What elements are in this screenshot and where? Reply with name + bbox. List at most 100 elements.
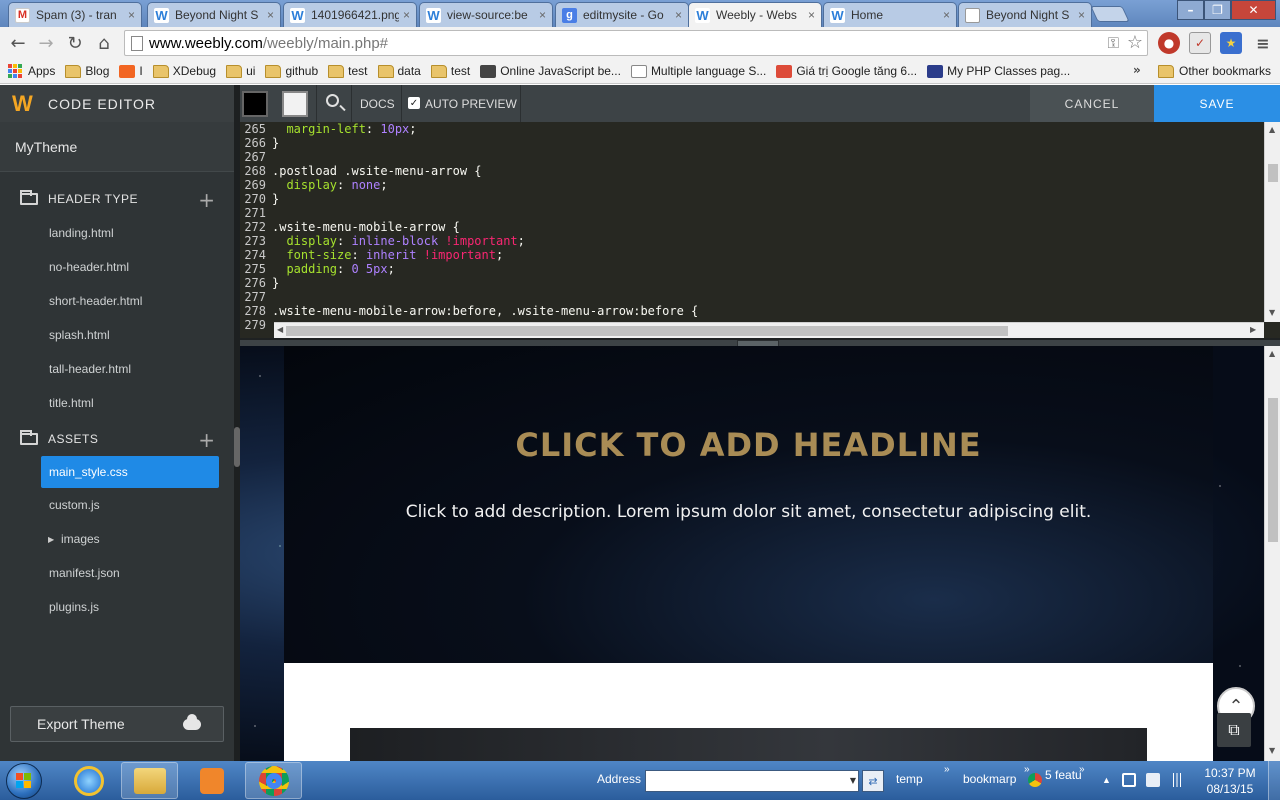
bookmark-item[interactable]: github xyxy=(265,64,318,78)
bookmark-item[interactable]: test xyxy=(430,64,470,78)
browser-tab[interactable]: Beyond Night S × xyxy=(958,2,1092,27)
hero-headline[interactable]: CLICK TO ADD HEADLINE xyxy=(284,426,1213,464)
toolbar-temp-more[interactable]: » xyxy=(944,764,950,775)
file-item[interactable]: short-header.html xyxy=(0,284,235,318)
taskbar-chrome[interactable] xyxy=(245,762,302,799)
pane-splitter[interactable] xyxy=(240,338,1280,348)
save-button[interactable]: SAVE xyxy=(1154,85,1280,122)
close-window-button[interactable]: ✕ xyxy=(1231,0,1276,20)
code-lines[interactable]: 265 margin-left: 10px; 266} 267 268 .postloa… xyxy=(240,122,1264,332)
scroll-left-arrow-icon[interactable]: ◀ xyxy=(277,325,283,334)
code-editor[interactable]: 265 margin-left: 10px; 266} 267 268 .postloa… xyxy=(240,122,1280,340)
bookmark-item[interactable]: data xyxy=(377,64,421,78)
tab-close-icon[interactable]: × xyxy=(128,8,135,22)
browser-tab[interactable]: M Spam (3) - tran × xyxy=(8,2,142,27)
code-line[interactable]: 275 padding: 0 5px; xyxy=(240,262,1264,276)
tab-close-icon[interactable]: × xyxy=(1078,8,1085,22)
browser-tab[interactable]: W Home × xyxy=(823,2,957,27)
bookmark-star-icon[interactable]: ☆ xyxy=(1127,32,1143,53)
taskbar-ie[interactable] xyxy=(60,762,117,799)
bookmark-item[interactable]: test xyxy=(328,64,368,78)
tab-close-icon[interactable]: × xyxy=(267,8,274,22)
bookmark-item[interactable]: Blog xyxy=(65,64,109,78)
bookmark-item[interactable]: XDebug xyxy=(152,64,216,78)
browser-tab[interactable]: W 1401966421.png × xyxy=(283,2,417,27)
forward-icon[interactable]: → xyxy=(34,31,58,55)
code-line[interactable]: 278 .wsite-menu-mobile-arrow:before, .wsi… xyxy=(240,304,1264,318)
browser-tab[interactable]: W Weebly - Webs × xyxy=(688,2,822,27)
network-icon[interactable] xyxy=(1170,773,1184,787)
action-center-icon[interactable] xyxy=(1122,773,1136,787)
scroll-up-arrow-icon[interactable]: ▲ xyxy=(1269,125,1275,134)
dropdown-arrow-icon[interactable]: ▼ xyxy=(850,776,856,785)
file-item[interactable]: manifest.json xyxy=(0,556,235,590)
file-item[interactable]: tall-header.html xyxy=(0,352,235,386)
export-theme-button[interactable]: Export Theme xyxy=(10,706,224,742)
code-line[interactable]: 268 .postload .wsite-menu-arrow { xyxy=(240,164,1264,178)
toolbar-bookmarp-more[interactable]: » xyxy=(1024,764,1030,775)
go-icon[interactable]: ⇄ xyxy=(862,770,884,792)
extension-star-icon[interactable]: ★ xyxy=(1220,32,1242,54)
bookmark-item[interactable]: ui xyxy=(226,64,255,78)
bookmark-item[interactable]: Giá trị Google tăng 6... xyxy=(776,64,917,78)
extension-todo-icon[interactable]: ✓ xyxy=(1189,32,1211,54)
minimize-button[interactable]: – xyxy=(1177,0,1204,20)
code-vertical-scrollbar[interactable]: ▲ ▼ xyxy=(1264,122,1280,322)
other-bookmarks[interactable]: Other bookmarks xyxy=(1158,64,1271,78)
code-horizontal-scrollbar[interactable]: ◀ ▶ xyxy=(274,322,1264,338)
browser-tab[interactable]: W Beyond Night S × xyxy=(147,2,281,27)
bookmark-item[interactable]: Online JavaScript be... xyxy=(480,64,621,78)
code-line[interactable]: 265 margin-left: 10px; xyxy=(240,122,1264,136)
toolbar-temp[interactable]: temp xyxy=(896,772,923,786)
bookmark-item[interactable]: I xyxy=(119,64,143,78)
add-file-icon[interactable]: + xyxy=(198,428,215,452)
toolbar-feature-more[interactable]: » xyxy=(1079,764,1085,775)
file-item[interactable]: splash.html xyxy=(0,318,235,352)
maximize-button[interactable]: ❐ xyxy=(1204,0,1231,20)
start-button[interactable] xyxy=(6,763,42,799)
show-hidden-icons[interactable]: ▲ xyxy=(1102,775,1111,785)
scroll-right-arrow-icon[interactable]: ▶ xyxy=(1250,325,1256,334)
scroll-up-arrow-icon[interactable]: ▲ xyxy=(1269,349,1275,358)
add-file-icon[interactable]: + xyxy=(198,188,215,212)
file-item[interactable]: landing.html xyxy=(0,216,235,250)
code-hscroll-thumb[interactable] xyxy=(286,326,1008,336)
keyboard-icon[interactable] xyxy=(1146,773,1160,787)
taskbar-explorer[interactable] xyxy=(121,762,178,799)
address-bar[interactable]: www.weebly.com/weebly/main.php# ⚿ ☆ xyxy=(124,30,1148,56)
search-icon[interactable] xyxy=(326,94,339,107)
code-line[interactable]: 266} xyxy=(240,136,1264,150)
file-item[interactable]: ▶ images xyxy=(0,522,235,556)
code-line[interactable]: 269 display: none; xyxy=(240,178,1264,192)
light-theme-swatch[interactable] xyxy=(282,91,308,117)
auto-preview-checkbox[interactable]: ✓ xyxy=(408,97,420,109)
tab-close-icon[interactable]: × xyxy=(808,8,815,22)
code-line[interactable]: 267 xyxy=(240,150,1264,164)
scroll-down-arrow-icon[interactable]: ▼ xyxy=(1269,746,1275,755)
hero-description[interactable]: Click to add description. Lorem ipsum do… xyxy=(284,502,1213,522)
back-icon[interactable]: ← xyxy=(6,31,30,55)
preview-scrollbar[interactable]: ▲ ▼ xyxy=(1264,346,1280,761)
tab-close-icon[interactable]: × xyxy=(403,8,410,22)
reload-icon[interactable]: ↻ xyxy=(63,31,87,55)
section-header[interactable]: ASSETS + xyxy=(0,422,235,456)
section-header[interactable]: HEADER TYPE + xyxy=(0,182,235,216)
file-item[interactable]: plugins.js xyxy=(0,590,235,624)
code-vscroll-thumb[interactable] xyxy=(1268,164,1278,182)
code-line[interactable]: 276} xyxy=(240,276,1264,290)
menu-icon[interactable]: ≡ xyxy=(1252,32,1274,54)
file-item[interactable]: main_style.css xyxy=(41,456,219,488)
new-tab-button[interactable] xyxy=(1090,6,1130,22)
tab-close-icon[interactable]: × xyxy=(943,8,950,22)
code-line[interactable]: 274 font-size: inherit !important; xyxy=(240,248,1264,262)
cancel-button[interactable]: CANCEL xyxy=(1030,85,1154,122)
file-item[interactable]: title.html xyxy=(0,386,235,420)
browser-tab[interactable]: Wview-source:be × xyxy=(419,2,553,27)
file-item[interactable]: no-header.html xyxy=(0,250,235,284)
system-clock[interactable]: 10:37 PM 08/13/15 xyxy=(1198,765,1262,797)
preview-scroll-thumb[interactable] xyxy=(1268,398,1278,542)
taskbar-media[interactable] xyxy=(183,762,240,799)
toolbar-bookmarp[interactable]: bookmarp xyxy=(963,772,1016,786)
bookmark-item[interactable]: Apps xyxy=(8,64,55,78)
code-line[interactable]: 270} xyxy=(240,192,1264,206)
